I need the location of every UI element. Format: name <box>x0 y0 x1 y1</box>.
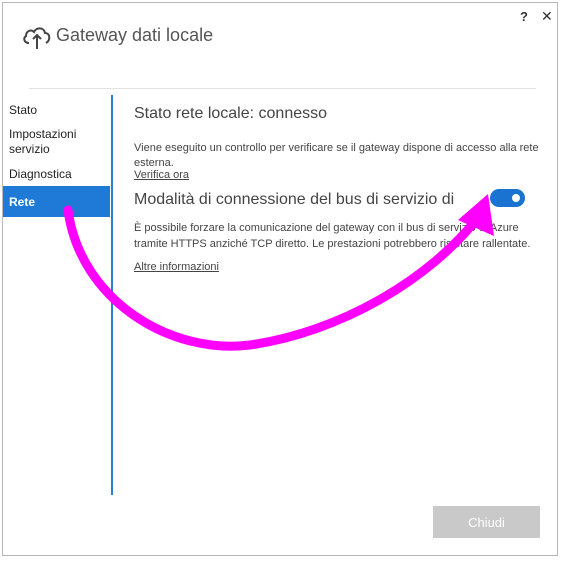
toggle-knob <box>512 194 520 202</box>
more-info-link[interactable]: Altre informazioni <box>134 261 219 273</box>
nav-item-stato[interactable]: Stato <box>9 103 37 118</box>
sidebar-divider <box>111 95 113 495</box>
status-heading: Stato rete locale: connesso <box>134 105 328 122</box>
help-button[interactable]: ? <box>520 9 528 24</box>
https-mode-toggle[interactable] <box>490 189 525 207</box>
status-description: Viene eseguito un controllo per verifica… <box>134 142 539 169</box>
cloud-upload-icon <box>23 27 51 49</box>
service-bus-description: È possibile forzare la comunicazione del… <box>134 222 531 250</box>
verify-now-link[interactable]: Verifica ora <box>134 169 189 181</box>
nav-item-rete-label: Rete <box>9 195 36 209</box>
close-button[interactable]: Chiudi <box>433 506 540 538</box>
nav-item-rete[interactable]: Rete <box>3 186 110 217</box>
header-divider <box>29 88 536 89</box>
nav-item-diagnostica[interactable]: Diagnostica <box>9 167 72 182</box>
nav-item-servizio[interactable]: servizio <box>9 142 50 157</box>
window-title: Gateway dati locale <box>56 25 214 45</box>
nav-item-impostazioni[interactable]: Impostazioni <box>9 127 76 142</box>
service-bus-heading: Modalità di connessione del bus di servi… <box>134 191 455 208</box>
gateway-window: Gateway dati locale ? ✕ Stato Impostazio… <box>2 2 558 556</box>
close-icon[interactable]: ✕ <box>541 8 553 25</box>
